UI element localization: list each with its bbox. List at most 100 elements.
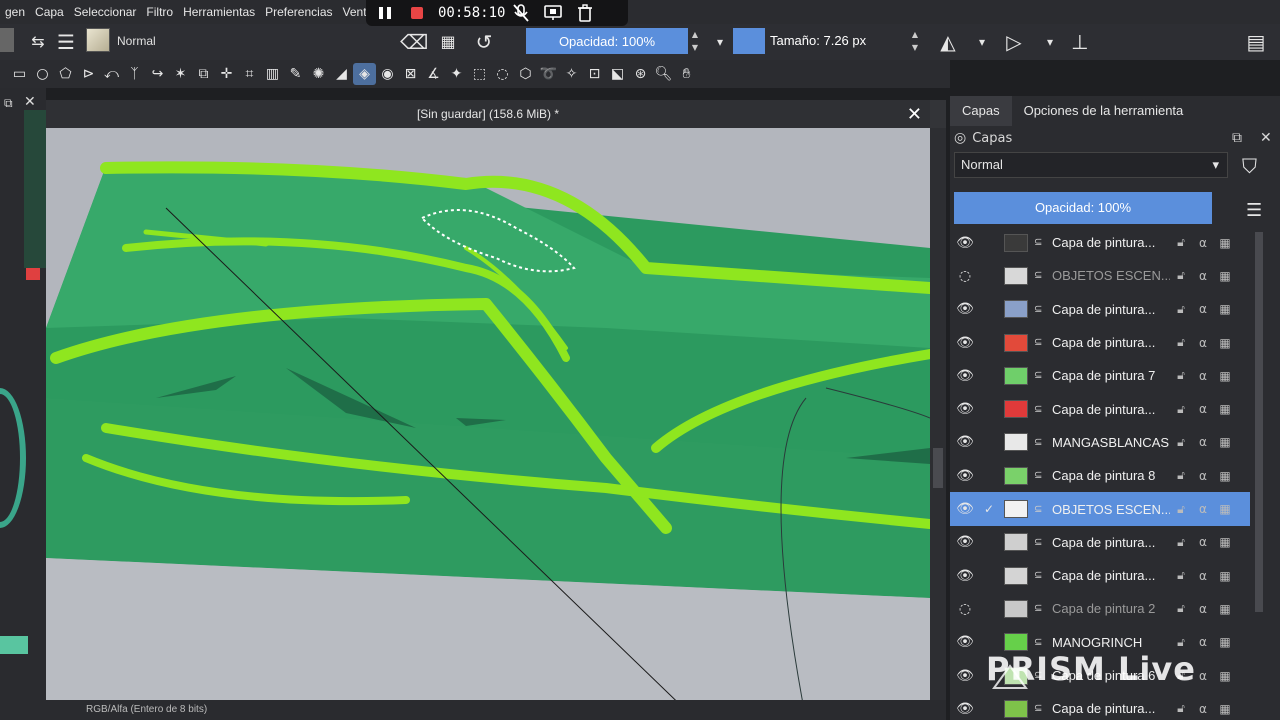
screen-capture-icon[interactable] xyxy=(542,2,564,24)
layer-name[interactable]: OBJETOS ESCEN... xyxy=(1052,268,1170,283)
inherit-alpha-icon[interactable]: ▦ xyxy=(1214,269,1236,283)
eye-icon[interactable]: 👁︎ xyxy=(950,534,980,550)
alpha-lock-icon[interactable]: ▦ xyxy=(436,30,460,54)
eye-icon[interactable]: 👁︎ xyxy=(950,235,980,251)
float-panel-icon[interactable]: ⧉ xyxy=(1232,130,1242,146)
mirror-horizontal-icon[interactable]: ◭ xyxy=(936,30,960,54)
menu-item[interactable]: Herramientas xyxy=(178,5,260,19)
layer-row[interactable]: 👁︎ ⊆ Capa de pintura... 🔓︎ α ▦ xyxy=(950,526,1250,559)
eye-icon[interactable]: 👁︎ xyxy=(950,501,980,517)
bezier-select-icon[interactable]: ⬕ xyxy=(606,63,629,85)
reload-preset-icon[interactable]: ↺ xyxy=(472,30,496,54)
brush-opacity-slider[interactable]: Opacidad: 100% xyxy=(526,28,688,54)
tab-tool-options[interactable]: Opciones de la herramienta xyxy=(1012,96,1196,126)
inherit-alpha-icon[interactable]: ▦ xyxy=(1214,435,1236,449)
color-history-swatch[interactable] xyxy=(0,636,28,654)
contiguous-select-icon[interactable]: ✧ xyxy=(560,63,583,85)
layer-name[interactable]: Capa de pintura... xyxy=(1052,402,1170,417)
alpha-lock-icon[interactable]: α xyxy=(1192,602,1214,616)
layer-name[interactable]: MANGASBLANCAS xyxy=(1052,435,1170,450)
inherit-alpha-icon[interactable]: ▦ xyxy=(1214,502,1236,516)
eye-icon[interactable]: 👁︎ xyxy=(950,401,980,417)
layer-opacity-slider[interactable]: Opacidad: 100% xyxy=(954,192,1212,224)
fill-tool-icon[interactable]: ◢ xyxy=(330,63,353,85)
inherit-alpha-icon[interactable]: ▦ xyxy=(1214,236,1236,250)
inherit-alpha-icon[interactable]: ▦ xyxy=(1214,369,1236,383)
eye-icon[interactable]: 👁︎ xyxy=(950,668,980,684)
mirror-vertical-icon[interactable]: ▷ xyxy=(1002,30,1026,54)
lock-icon[interactable]: 🔓︎ xyxy=(1170,368,1192,383)
menu-item[interactable]: Filtro xyxy=(141,5,178,19)
layer-row[interactable]: ◌ ⊆ Capa de pintura 2 🔓︎ α ▦ xyxy=(950,592,1250,625)
inherit-alpha-icon[interactable]: ▦ xyxy=(1214,302,1236,316)
lock-icon[interactable]: 🔓︎ xyxy=(1170,402,1192,417)
path-tool-icon[interactable]: ⤺ xyxy=(100,63,123,85)
layer-row[interactable]: 👁︎ ⊆ Capa de pintura... 🔓︎ α ▦ xyxy=(950,559,1250,592)
layer-name[interactable]: Capa de pintura 7 xyxy=(1052,368,1170,383)
freehand-select-icon[interactable]: ➰ xyxy=(537,63,560,85)
menu-item[interactable]: gen xyxy=(0,5,30,19)
filter-icon[interactable]: ⛉ xyxy=(1242,154,1257,178)
reference-tool-icon[interactable]: ✦ xyxy=(445,63,468,85)
inherit-alpha-icon[interactable]: ▦ xyxy=(1214,602,1236,616)
layer-row[interactable]: 👁︎ ⊆ Capa de pintura... 🔓︎ α ▦ xyxy=(950,293,1250,326)
alpha-lock-icon[interactable]: α xyxy=(1192,535,1214,549)
color-swap-icon[interactable]: ⇆ xyxy=(26,30,50,54)
float-docker-icon[interactable]: ⧉ xyxy=(4,96,13,111)
stop-recording-button[interactable] xyxy=(406,2,428,24)
layer-name[interactable]: Capa de pintura... xyxy=(1052,335,1170,350)
drawing-canvas[interactable] xyxy=(46,128,930,720)
ellipse-tool-icon[interactable]: ○ xyxy=(31,63,54,85)
eye-icon[interactable]: 👁︎ xyxy=(950,301,980,317)
eye-icon[interactable]: 👁︎ xyxy=(950,468,980,484)
magnetic-select-icon[interactable]: ⊛ xyxy=(629,63,652,85)
pause-recording-button[interactable] xyxy=(374,2,396,24)
close-icon[interactable]: ✕ xyxy=(24,94,36,110)
eye-icon[interactable]: 👁︎ xyxy=(950,634,980,650)
alpha-lock-icon[interactable]: α xyxy=(1192,369,1214,383)
inherit-alpha-icon[interactable]: ▦ xyxy=(1214,569,1236,583)
blend-mode-label[interactable]: Normal xyxy=(117,34,156,48)
layer-name[interactable]: MANOGRINCH xyxy=(1052,635,1170,650)
layer-list-scrollbar[interactable] xyxy=(1252,226,1266,720)
inherit-alpha-icon[interactable]: ▦ xyxy=(1214,535,1236,549)
close-icon[interactable]: ✕ xyxy=(1260,130,1272,146)
alpha-lock-icon[interactable]: α xyxy=(1192,502,1214,516)
layer-name[interactable]: Capa de pintura... xyxy=(1052,535,1170,550)
pan-tool-icon[interactable]: ✋︎ xyxy=(675,63,698,85)
lock-icon[interactable]: 🔓︎ xyxy=(1170,468,1192,483)
similar-select-icon[interactable]: ⊡ xyxy=(583,63,606,85)
lock-icon[interactable]: 🔓︎ xyxy=(1170,601,1192,616)
layer-check-icon[interactable]: ✓ xyxy=(980,502,998,516)
eye-hidden-icon[interactable]: ◌ xyxy=(950,268,980,284)
rect-select-icon[interactable]: ⬚ xyxy=(468,63,491,85)
rectangle-tool-icon[interactable]: ▭ xyxy=(8,63,31,85)
lock-icon[interactable]: 🔓︎ xyxy=(1170,435,1192,450)
layer-name[interactable]: Capa de pintura... xyxy=(1052,568,1170,583)
color-wheel[interactable] xyxy=(0,388,26,528)
transform-tool-icon[interactable]: ⧉ xyxy=(192,63,215,85)
alpha-lock-icon[interactable]: α xyxy=(1192,336,1214,350)
layer-row[interactable]: 👁︎ ⊆ Capa de pintura... 🔓︎ α ▦ xyxy=(950,326,1250,359)
crop-tool-icon[interactable]: ⌗ xyxy=(238,63,261,85)
brush-size-label[interactable]: Tamaño: 7.26 px xyxy=(770,33,866,48)
brush-settings-icon[interactable]: ☰ xyxy=(54,30,78,54)
alpha-lock-icon[interactable]: α xyxy=(1192,702,1214,716)
zoom-tool-icon[interactable]: 🔍︎ xyxy=(652,63,675,85)
trash-icon[interactable] xyxy=(574,2,596,24)
layer-blend-mode-select[interactable]: Normal ▾ xyxy=(954,152,1228,178)
move-tool-icon[interactable]: ✛ xyxy=(215,63,238,85)
foreground-color-swatch[interactable] xyxy=(26,266,40,280)
polyline-tool-icon[interactable]: ⊳ xyxy=(77,63,100,85)
mute-mic-icon[interactable] xyxy=(510,2,532,24)
smart-patch-icon[interactable]: ✺ xyxy=(307,63,330,85)
lock-icon[interactable]: 🔓︎ xyxy=(1170,335,1192,350)
assistant-tool-icon[interactable]: ⊠ xyxy=(399,63,422,85)
polygon-tool-icon[interactable]: ⬠ xyxy=(54,63,77,85)
fill-bucket-icon[interactable]: ◈ xyxy=(353,63,376,85)
dynamic-brush-icon[interactable]: ↪ xyxy=(146,63,169,85)
freehand-path-icon[interactable]: ᛉ xyxy=(123,63,146,85)
lock-icon[interactable]: 🔓︎ xyxy=(1170,635,1192,650)
eye-hidden-icon[interactable]: ◌ xyxy=(950,601,980,617)
tab-layers[interactable]: Capas xyxy=(950,96,1012,126)
